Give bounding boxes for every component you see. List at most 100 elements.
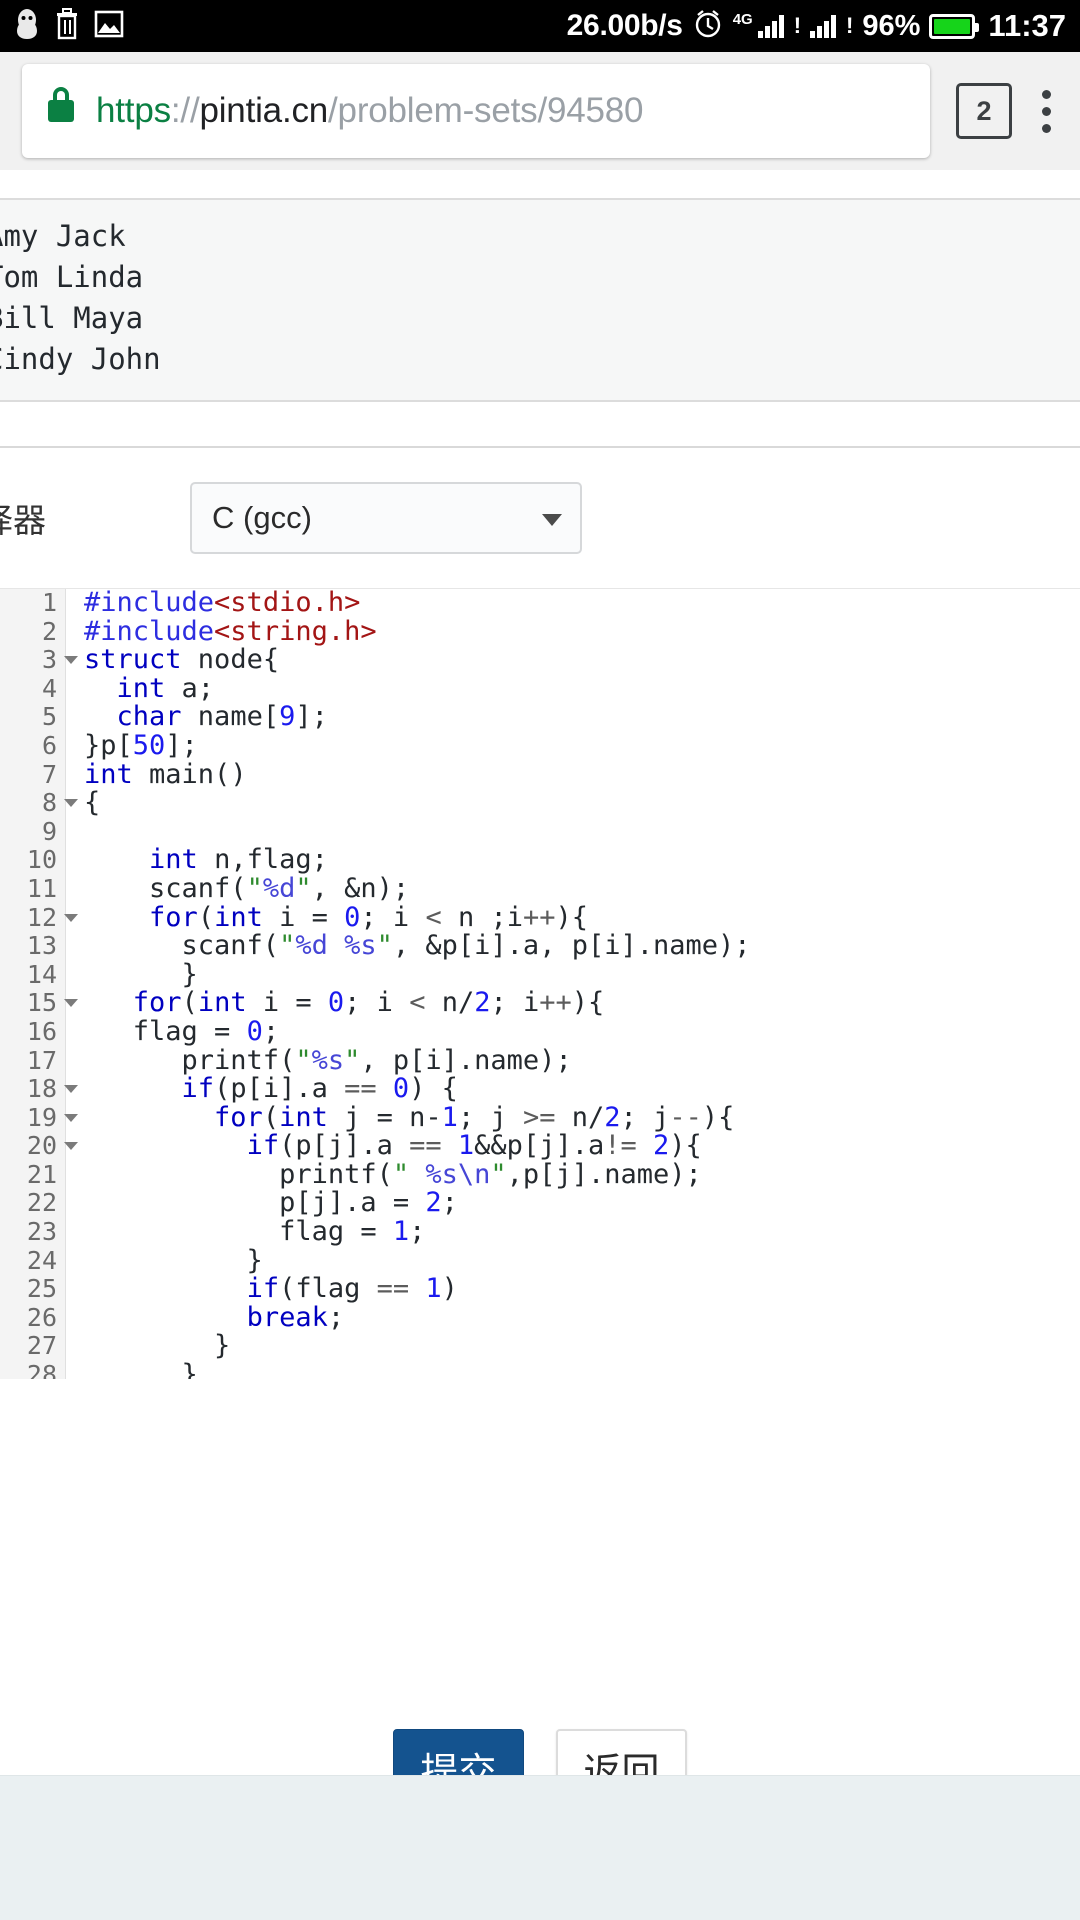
line-number: 15 (0, 989, 78, 1018)
line-number: 13 (0, 932, 66, 961)
line-number: 14 (0, 960, 66, 990)
code-line[interactable]: 13 scanf("%d %s", &p[i].a, p[i].name); (0, 932, 1080, 961)
code-line-text: #include<stdio.h> (84, 589, 361, 618)
code-line-text: char name[9]; (116, 703, 328, 732)
code-line[interactable]: 23 flag = 1; (0, 1217, 1080, 1247)
code-line-text: for(int i = 0; i < n ;i++){ (149, 903, 589, 933)
page-footer-band (0, 1775, 1080, 1920)
code-line-text: } (84, 1361, 198, 1379)
code-line[interactable]: 1 #include<stdio.h> (0, 589, 1080, 618)
code-line-text: scanf("%d %s", &p[i].a, p[i].name); (84, 932, 751, 961)
code-line[interactable]: 5 char name[9]; (0, 703, 1080, 732)
line-number: 8 (0, 789, 78, 818)
code-line[interactable]: 4 int a; (0, 674, 1080, 704)
status-bar-right-icons: 26.00b/s 4G ! ! 96% 11:37 (567, 8, 1066, 45)
compiler-row: 译器 C (gcc) (0, 448, 1080, 588)
address-bar[interactable]: https://pintia.cn/problem-sets/94580 (22, 64, 930, 158)
code-line-text: } (84, 1246, 263, 1276)
code-line[interactable]: 9 (0, 817, 1080, 847)
code-line-text: printf(" %s\n",p[j].name); (84, 1160, 702, 1190)
url-separator: :// (170, 91, 200, 130)
line-number: 6 (0, 731, 66, 761)
line-number: 21 (0, 1160, 66, 1190)
code-line[interactable]: 3 struct node{ (0, 646, 1080, 675)
code-line-text: flag = 1; (84, 1218, 426, 1247)
section-spacer (0, 402, 1080, 446)
chevron-down-icon (542, 514, 562, 526)
code-line-text: } (84, 960, 198, 990)
sample-output-text: Amy Jack Tom Linda Bill Maya Cindy John (0, 219, 161, 376)
code-line-text: if(p[j].a == 1&&p[j].a!= 2){ (246, 1132, 702, 1161)
code-line-text: } (84, 1332, 231, 1362)
clock-text: 11:37 (988, 8, 1066, 43)
code-line[interactable]: 17 printf("%s", p[i].name); (0, 1046, 1080, 1076)
compiler-select[interactable]: C (gcc) (190, 482, 582, 554)
compiler-selected-value: C (gcc) (212, 500, 312, 535)
code-line[interactable]: 16 flag = 0; (0, 1017, 1080, 1047)
code-editor-rows[interactable]: 1 #include<stdio.h> 2 #include<string.h> 3st… (0, 589, 1080, 1379)
code-line-text: scanf("%d", &n); (84, 874, 410, 904)
code-line-text: struct node{ (84, 646, 280, 675)
code-line[interactable]: 26 break; (0, 1303, 1080, 1333)
tab-counter-button[interactable]: 2 (956, 83, 1012, 139)
code-line[interactable]: 15 for(int i = 0; i < n/2; i++){ (0, 989, 1080, 1018)
code-line[interactable]: 19 for(int j = n-1; j >= n/2; j--){ (0, 1103, 1080, 1133)
code-line[interactable]: 25 if(flag == 1) (0, 1275, 1080, 1304)
code-line-text: int a; (116, 674, 215, 704)
code-line-text: #include<string.h> (84, 617, 377, 647)
code-line[interactable]: 7 int main() (0, 760, 1080, 790)
line-number: 22 (0, 1189, 66, 1219)
code-line[interactable]: 20 if(p[j].a == 1&&p[j].a!= 2){ (0, 1132, 1080, 1161)
browser-toolbar: https://pintia.cn/problem-sets/94580 2 (0, 52, 1080, 170)
code-line-text: { (84, 789, 101, 818)
code-line[interactable]: 28 } (0, 1360, 1080, 1379)
qq-penguin-icon (14, 7, 40, 46)
code-line-text: break; (246, 1303, 345, 1333)
status-bar-left-icons (14, 7, 124, 46)
url-text: https://pintia.cn/problem-sets/94580 (96, 91, 644, 131)
line-number: 5 (0, 703, 66, 732)
line-number: 4 (0, 674, 66, 704)
network-type-label: 4G (732, 10, 753, 28)
code-line[interactable]: 18 if(p[i].a == 0) { (0, 1074, 1080, 1104)
line-number: 23 (0, 1217, 66, 1247)
line-number: 28 (0, 1360, 66, 1379)
line-number: 7 (0, 760, 66, 790)
signal-bars-sim2-icon (810, 14, 837, 38)
code-line[interactable]: 14 } (0, 960, 1080, 990)
code-line-text: flag = 0; (84, 1017, 280, 1047)
code-line-text: if(flag == 1) (246, 1275, 458, 1304)
line-number: 3 (0, 646, 78, 675)
code-line-text (66, 818, 1080, 847)
status-bar: 26.00b/s 4G ! ! 96% 11:37 (0, 0, 1080, 52)
code-line[interactable]: 8{ (0, 789, 1080, 818)
code-line[interactable]: 11 scanf("%d", &n); (0, 874, 1080, 904)
code-line-text: for(int j = n-1; j >= n/2; j--){ (214, 1103, 735, 1133)
tab-count-label: 2 (976, 95, 992, 126)
code-line[interactable]: 21 printf(" %s\n",p[j].name); (0, 1160, 1080, 1190)
trash-icon (54, 7, 80, 45)
line-number: 19 (0, 1103, 78, 1133)
line-number: 25 (0, 1275, 66, 1304)
code-line-text: if(p[i].a == 0) { (181, 1075, 458, 1104)
line-number: 20 (0, 1132, 78, 1161)
code-line-text: p[j].a = 2; (84, 1189, 458, 1219)
overflow-menu-icon[interactable] (1042, 89, 1052, 133)
line-number: 18 (0, 1074, 78, 1104)
code-line[interactable]: 12 for(int i = 0; i < n ;i++){ (0, 903, 1080, 933)
code-line[interactable]: 27 } (0, 1332, 1080, 1362)
code-line[interactable]: 22 p[j].a = 2; (0, 1189, 1080, 1219)
line-number: 26 (0, 1303, 66, 1333)
code-editor[interactable]: 1 #include<stdio.h> 2 #include<string.h> 3st… (0, 588, 1080, 1379)
code-line[interactable]: 6}p[50]; (0, 731, 1080, 761)
sim2-alert-icon: ! (846, 13, 854, 38)
code-line[interactable]: 24 } (0, 1246, 1080, 1276)
url-path: /problem-sets/94580 (328, 91, 644, 130)
image-icon (94, 9, 124, 44)
line-number: 27 (0, 1332, 66, 1362)
code-line[interactable]: 2 #include<string.h> (0, 617, 1080, 647)
line-number: 16 (0, 1017, 66, 1047)
network-speed-text: 26.00b/s (566, 9, 683, 42)
code-line[interactable]: 10 int n,flag; (0, 846, 1080, 875)
sample-output-block: Amy Jack Tom Linda Bill Maya Cindy John (0, 198, 1080, 402)
